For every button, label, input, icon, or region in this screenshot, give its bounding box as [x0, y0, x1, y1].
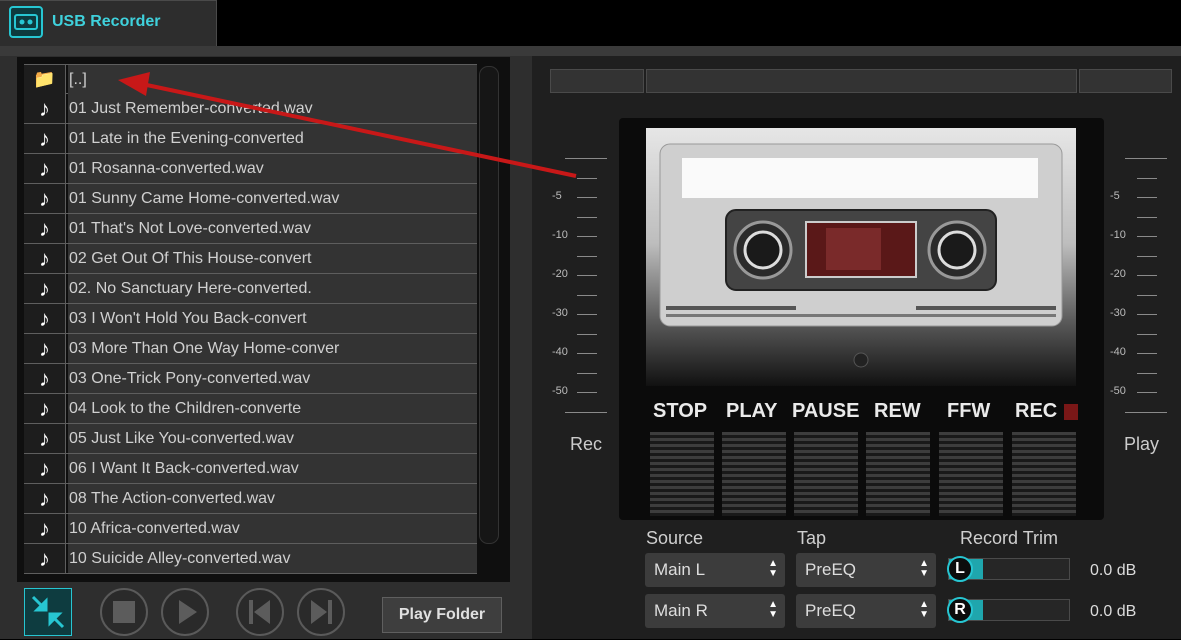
tap-select-r[interactable]: PreEQ ▲ ▼ — [796, 594, 936, 628]
tap-label: Tap — [797, 528, 827, 548]
source-select-l-value: Main L — [654, 560, 706, 579]
tap-select-l[interactable]: PreEQ ▲ ▼ — [796, 553, 936, 587]
source-select-r[interactable]: Main R ▲ ▼ — [645, 594, 785, 628]
updown-arrow-icon: ▲ ▼ — [919, 599, 929, 620]
tap-select-r-value: PreEQ — [805, 601, 857, 620]
updown-arrow-icon: ▲ ▼ — [768, 599, 778, 620]
trim-knob-l[interactable]: L — [947, 556, 973, 582]
source-select-r-value: Main R — [654, 601, 708, 620]
trim-value-l: 0.0 dB — [1090, 562, 1137, 579]
updown-arrow-icon: ▲ ▼ — [919, 558, 929, 579]
tap-select-l-value: PreEQ — [805, 560, 857, 579]
trim-value-r: 0.0 dB — [1090, 603, 1137, 620]
source-select-l[interactable]: Main L ▲ ▼ — [645, 553, 785, 587]
record-trim-label: Record Trim — [960, 528, 1059, 548]
trim-knob-r[interactable]: R — [947, 597, 973, 623]
updown-arrow-icon: ▲ ▼ — [768, 558, 778, 579]
source-label: Source — [646, 528, 704, 548]
